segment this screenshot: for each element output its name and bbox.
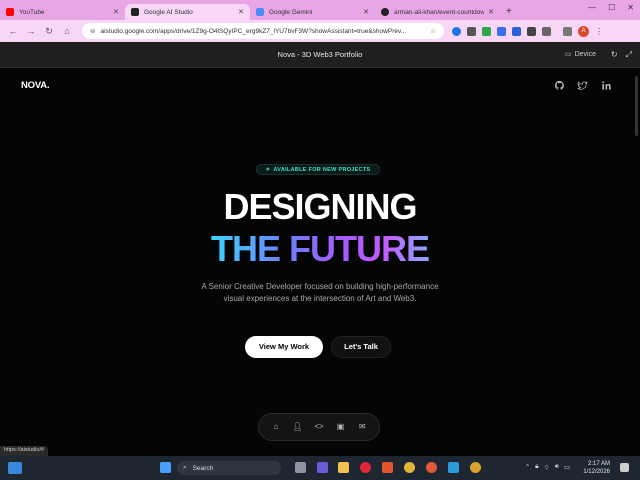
- close-icon[interactable]: ✕: [488, 8, 494, 16]
- site-preview: NOVA. ✦ AVAILABLE FOR NEW PROJECTS DESIGN…: [0, 68, 640, 456]
- tab-github[interactable]: arman-ali-khan/event-countdow ✕: [375, 4, 500, 20]
- extension-icon[interactable]: [512, 26, 521, 36]
- device-icon: ▭: [564, 51, 572, 58]
- clock[interactable]: 2:17 AM 1/12/2026: [583, 460, 610, 476]
- teams-icon[interactable]: [317, 462, 328, 473]
- office-icon[interactable]: [382, 462, 393, 473]
- briefcase-icon[interactable]: ▣: [333, 419, 349, 435]
- opera-icon[interactable]: [360, 462, 371, 473]
- device-label: Device: [574, 50, 596, 58]
- reload-icon[interactable]: ↻: [42, 26, 56, 37]
- hero-subtitle: A Senior Creative Developer focused on b…: [201, 282, 439, 303]
- puzzle-icon[interactable]: [542, 26, 551, 36]
- tab-label: YouTube: [19, 8, 45, 16]
- window-controls: — ☐ ✕: [588, 3, 634, 12]
- taskbar-search[interactable]: ⌕ Search: [177, 461, 281, 475]
- availability-badge: ✦ AVAILABLE FOR NEW PROJECTS: [256, 164, 380, 175]
- extensions: A ⋮: [452, 25, 603, 37]
- app-header-actions: ↻ ⤢: [611, 50, 632, 60]
- lets-talk-button[interactable]: Let's Talk: [331, 336, 391, 358]
- wifi-icon[interactable]: ⌔: [544, 463, 550, 472]
- site-info-icon[interactable]: ⊜: [90, 27, 95, 35]
- gradient-text: THE FUTURE: [211, 228, 430, 269]
- tab-ai-studio[interactable]: Google AI Studio ✕: [125, 4, 250, 20]
- menu-icon[interactable]: ⋮: [595, 27, 603, 36]
- home-icon[interactable]: ⌂: [60, 26, 74, 36]
- hero-heading-line2: THE FUTURE: [0, 228, 640, 270]
- extension-icon[interactable]: [482, 26, 491, 36]
- notification-icon[interactable]: [620, 463, 629, 472]
- search-label: Search: [192, 464, 214, 472]
- search-icon: ⌕: [183, 464, 187, 471]
- chrome-profile-icon[interactable]: [426, 462, 437, 473]
- bottom-dock-nav: ⌂ 👤︎ <> ▣ ✉: [258, 413, 380, 441]
- tab-label: Google AI Studio: [144, 8, 193, 16]
- youtube-icon: [6, 8, 14, 16]
- github-icon: [381, 8, 389, 16]
- extension-icon[interactable]: [467, 26, 476, 36]
- taskbar: ⌕ Search ⌃ 🔒︎ ⌔ 🔊︎ ▭ 2:17 AM 1/12/2026: [0, 456, 640, 480]
- task-view-icon[interactable]: [295, 462, 306, 473]
- chrome-canary-icon[interactable]: [470, 462, 481, 473]
- home-icon[interactable]: ⌂: [268, 419, 284, 435]
- extension-icon[interactable]: [497, 26, 506, 36]
- tab-gemini[interactable]: Google Gemini ✕: [250, 4, 375, 20]
- close-icon[interactable]: ✕: [363, 8, 369, 16]
- app-header: Nova - 3D Web3 Portfolio ▭ Device ↻ ⤢: [0, 42, 640, 68]
- bookmark-star-icon[interactable]: ☆: [430, 27, 436, 35]
- code-icon[interactable]: <>: [311, 419, 327, 435]
- app-title: Nova - 3D Web3 Portfolio: [277, 50, 363, 59]
- device-button[interactable]: ▭ Device: [564, 50, 596, 59]
- clock-date: 1/12/2026: [583, 469, 610, 475]
- chevron-up-icon[interactable]: ⌃: [525, 463, 530, 472]
- file-explorer-icon[interactable]: [338, 462, 349, 473]
- extension-icon[interactable]: [452, 26, 461, 36]
- chrome-icon[interactable]: [404, 462, 415, 473]
- gemini-icon: [256, 8, 264, 16]
- lock-icon[interactable]: 🔒︎: [535, 463, 538, 472]
- battery-icon[interactable]: ▭: [564, 463, 570, 472]
- url-field[interactable]: ⊜ aistudio.google.com/apps/drive/1Z9g-O4…: [82, 23, 444, 39]
- refresh-icon[interactable]: ↻: [611, 50, 618, 60]
- profile-avatar[interactable]: A: [578, 25, 589, 37]
- github-icon[interactable]: [551, 80, 567, 96]
- volume-icon[interactable]: 🔊︎: [555, 463, 559, 472]
- back-icon[interactable]: ←: [6, 26, 20, 36]
- sparkle-icon: ✦: [265, 167, 271, 173]
- tab-youtube[interactable]: YouTube ✕: [0, 4, 125, 20]
- twitter-icon[interactable]: [574, 80, 590, 96]
- minimize-icon[interactable]: —: [588, 3, 596, 12]
- close-icon[interactable]: ✕: [113, 8, 119, 16]
- user-icon[interactable]: 👤︎: [289, 419, 305, 435]
- linkedin-icon[interactable]: [598, 80, 614, 96]
- clock-time: 2:17 AM: [587, 461, 610, 467]
- system-tray: ⌃ 🔒︎ ⌔ 🔊︎ ▭: [525, 463, 570, 472]
- extension-icon[interactable]: [527, 26, 536, 36]
- widgets-icon[interactable]: [8, 462, 22, 474]
- maximize-icon[interactable]: ☐: [608, 3, 615, 12]
- close-icon[interactable]: ✕: [238, 8, 244, 16]
- tab-label: Google Gemini: [269, 8, 313, 16]
- link-status-bar: https://aistudio/#: [0, 446, 49, 456]
- address-bar: ← → ↻ ⌂ ⊜ aistudio.google.com/apps/drive…: [0, 20, 640, 42]
- fullscreen-icon[interactable]: ⤢: [626, 50, 632, 60]
- view-my-work-button[interactable]: View My Work: [245, 336, 323, 358]
- url-text: aistudio.google.com/apps/drive/1Z9g-O4lS…: [100, 27, 407, 35]
- forward-icon[interactable]: →: [24, 26, 38, 36]
- close-window-icon[interactable]: ✕: [627, 3, 634, 12]
- new-tab-icon[interactable]: +: [506, 6, 512, 17]
- windows-start-icon[interactable]: [160, 462, 171, 473]
- hero-heading-line1: DESIGNING: [223, 186, 417, 227]
- badge-label: AVAILABLE FOR NEW PROJECTS: [273, 167, 371, 173]
- download-icon[interactable]: [563, 26, 572, 36]
- browser-tab-strip: YouTube ✕ Google AI Studio ✕ Google Gemi…: [0, 0, 640, 20]
- tab-label: arman-ali-khan/event-countdow: [394, 8, 485, 16]
- store-icon[interactable]: [448, 462, 459, 473]
- scrollbar[interactable]: [635, 76, 638, 136]
- site-logo[interactable]: NOVA.: [21, 80, 50, 91]
- ai-studio-icon: [131, 8, 139, 16]
- mail-icon[interactable]: ✉: [354, 419, 370, 435]
